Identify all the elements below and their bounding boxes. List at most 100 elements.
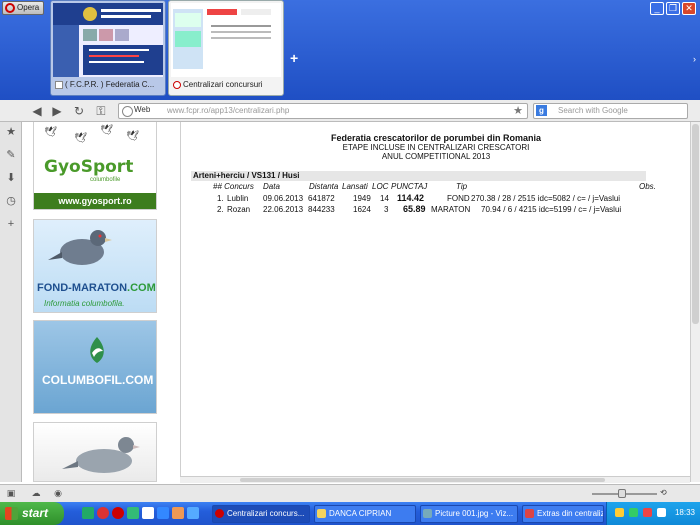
col-lansati: Lansati <box>342 182 368 191</box>
opera-icon <box>215 509 224 518</box>
banner-title: FOND-MARATON.COM <box>37 282 156 294</box>
status-bar: ▣ ☁ ◉ ⟲ <box>0 484 700 502</box>
vertical-scrollbar[interactable] <box>690 122 700 482</box>
pigeon-banner[interactable] <box>33 422 157 482</box>
tray-icon[interactable] <box>643 508 652 517</box>
taskbar-item[interactable]: Picture 001.jpg - Viz... <box>420 505 518 523</box>
report-header: Federatia crescatorilor de porumbei din … <box>181 133 691 161</box>
pigeon-icon <box>48 230 112 265</box>
opera-logo-icon <box>5 3 15 13</box>
search-engine-icon[interactable]: g <box>536 105 547 116</box>
add-panel-icon[interactable]: + <box>5 218 17 230</box>
horizontal-scrollbar[interactable] <box>180 476 690 483</box>
taskbar-item[interactable]: DANCA CIPRIAN <box>314 505 416 523</box>
zoom-reset-icon[interactable]: ⟲ <box>660 488 667 497</box>
gyosport-banner[interactable]: 🕊 🕊 🕊 🕊 GyoSport columbofile www.gyosport.r… <box>33 122 157 210</box>
banner-url: www.gyosport.ro <box>34 193 156 209</box>
document-icon <box>525 509 534 518</box>
close-icon[interactable]: ✕ <box>682 2 696 15</box>
opera-menu-button[interactable]: Opera <box>2 1 44 15</box>
columbofil-banner[interactable]: COLUMBOFIL.COM <box>33 320 157 414</box>
search-placeholder: Search with Google <box>558 106 628 115</box>
page-favicon-icon <box>55 81 63 89</box>
minimize-icon[interactable]: _ <box>650 2 664 15</box>
scrollbar-thumb[interactable] <box>240 478 605 482</box>
season-label: ANUL COMPETITIONAL 2013 <box>381 152 491 161</box>
restore-icon[interactable]: ❐ <box>666 2 680 15</box>
zoom-slider-knob[interactable] <box>618 489 626 498</box>
tab-label: ( F.C.P.R. ) Federatia C... <box>53 77 163 93</box>
table-row: 2. Rozan 22.06.2013 844233 1624 3 65.89 … <box>217 204 622 214</box>
tab-centralizari[interactable]: Centralizari concursuri <box>168 0 284 96</box>
clock[interactable]: 18:33 <box>675 508 695 517</box>
opera-menu-label: Opera <box>17 3 40 12</box>
bookmarks-star-icon[interactable]: ★ <box>5 126 17 138</box>
site-info-button[interactable]: Web <box>122 105 150 117</box>
search-box[interactable]: g Search with Google <box>533 103 688 119</box>
quicklaunch-icon[interactable] <box>187 507 199 519</box>
forward-icon[interactable]: ▶ <box>50 104 64 118</box>
window-controls: _ ❐ ✕ <box>650 2 696 15</box>
table-header: ## Concurs Data Distanta Lansati LOC PUN… <box>191 181 661 192</box>
sidebar-ads: 🕊 🕊 🕊 🕊 GyoSport columbofile www.gyosport.r… <box>22 122 172 482</box>
flying-pigeons-icon: 🕊 🕊 🕊 🕊 <box>44 125 139 144</box>
address-bar[interactable]: Web www.fcpr.ro/app13/centralizari.php ★ <box>118 103 528 119</box>
downloads-icon[interactable]: ⬇ <box>5 172 17 184</box>
banner-subtitle: columbofile <box>90 177 121 183</box>
col-concurs: ## Concurs <box>213 182 254 191</box>
new-tab-button[interactable]: + <box>290 50 298 66</box>
system-tray: 18:33 <box>606 502 700 525</box>
windows-logo-icon <box>5 507 18 520</box>
banner-title: COLUMBOFIL.COM <box>42 373 154 387</box>
tab-fcpr[interactable]: ( F.C.P.R. ) Federatia C... <box>50 0 166 96</box>
windows-taskbar: start Centralizari concurs... DANCA CIPR… <box>0 502 700 525</box>
taskbar-item[interactable]: Extras din centraliza... <box>522 505 604 523</box>
back-icon[interactable]: ◀ <box>30 104 44 118</box>
panel-toggle-icon[interactable]: ▣ <box>5 488 17 499</box>
col-data: Data <box>263 182 280 191</box>
table-row: 1. Lublin 09.06.2013 641872 1949 14 114.… <box>217 193 621 203</box>
turbo-icon[interactable]: ◉ <box>52 488 64 499</box>
quicklaunch-icon[interactable] <box>142 507 154 519</box>
banner-subtitle: Informatia columbofila. <box>44 299 125 308</box>
start-button[interactable]: start <box>0 502 64 525</box>
tab-thumbnail <box>53 3 163 77</box>
page-subtitle: ETAPE INCLUSE IN CENTRALIZARI CRESCATORI <box>342 143 530 152</box>
tray-icon[interactable] <box>615 508 624 517</box>
folder-icon <box>317 509 326 518</box>
quicklaunch-icon[interactable] <box>157 507 169 519</box>
tray-icon[interactable] <box>629 508 638 517</box>
cloud-icon[interactable]: ☁ <box>30 488 42 499</box>
notes-icon[interactable]: ✎ <box>5 149 17 161</box>
scrollbar-thumb[interactable] <box>692 124 699 324</box>
image-viewer-icon <box>423 509 432 518</box>
opera-quicklaunch-icon[interactable] <box>112 507 124 519</box>
col-distanta: Distanta <box>309 182 339 191</box>
tab-thumbnail <box>171 3 281 77</box>
quicklaunch-icon[interactable] <box>172 507 184 519</box>
taskbar-item[interactable]: Centralizari concurs... <box>212 505 310 523</box>
opera-favicon-icon <box>173 81 181 89</box>
zoom-slider[interactable] <box>592 489 657 498</box>
quicklaunch-icon[interactable] <box>97 507 109 519</box>
col-loc: LOC <box>372 182 389 191</box>
browser-tab-strip: Opera ( F.C.P.R. ) Federatia C... Centra… <box>0 0 700 100</box>
bookmark-star-icon[interactable]: ★ <box>513 104 523 117</box>
tab-label: Centralizari concursuri <box>171 77 281 93</box>
page-title: Federatia crescatorilor de porumbei din … <box>330 133 542 143</box>
banner-brand: GyoSport <box>44 157 134 177</box>
volume-icon[interactable] <box>657 508 666 517</box>
pigeon-logo-icon <box>90 337 104 363</box>
url-text: www.fcpr.ro/app13/centralizari.php <box>167 106 290 115</box>
tab-scroll-right-icon[interactable]: › <box>693 54 696 64</box>
col-tip: Tip <box>456 182 468 191</box>
navigation-bar: ◀ ▶ ↻ ⚿ Web www.fcpr.ro/app13/centraliza… <box>0 100 700 122</box>
fond-maraton-banner[interactable]: FOND-MARATON.COM Informatia columbofila. <box>33 219 157 313</box>
history-icon[interactable]: ◷ <box>5 195 17 207</box>
col-obs: Obs. <box>639 182 656 191</box>
quicklaunch-icon[interactable] <box>82 507 94 519</box>
key-icon[interactable]: ⚿ <box>94 104 108 118</box>
quicklaunch-icon[interactable] <box>127 507 139 519</box>
fancier-group-header: Arteni+herciu / VS131 / Husi <box>191 171 646 181</box>
reload-icon[interactable]: ↻ <box>72 104 86 118</box>
